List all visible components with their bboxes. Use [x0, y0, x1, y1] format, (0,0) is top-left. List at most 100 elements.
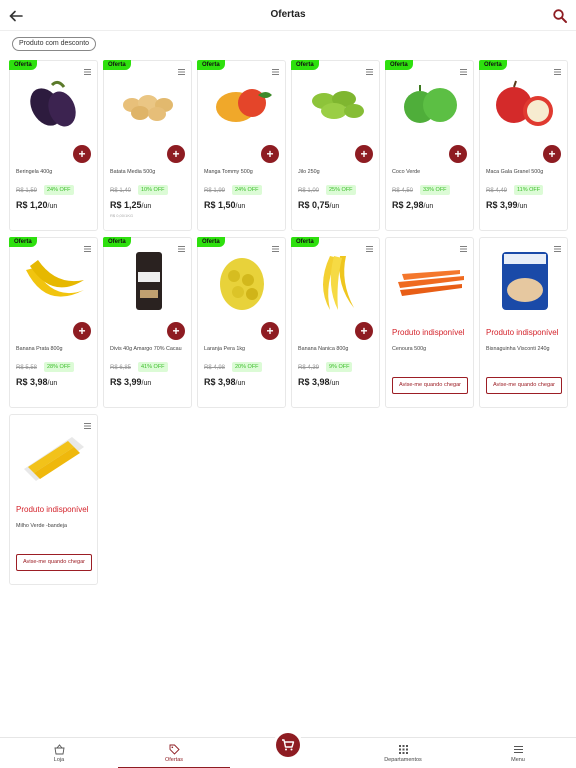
- menu-icon: [513, 746, 523, 753]
- price: R$ 3,99/un: [486, 200, 528, 210]
- product-name: Laranja Pera 1kg: [204, 346, 246, 352]
- offer-badge: Oferta: [291, 60, 319, 70]
- price: R$ 0,75/un: [298, 200, 340, 210]
- unavailable-label: Produto indisponível: [16, 505, 89, 514]
- search-icon[interactable]: [552, 8, 568, 24]
- product-card[interactable]: Oferta + Coco Verde R$ 4,50 33% OFF R$ 2…: [385, 60, 474, 231]
- product-name: Divis 40g Amargo 70% Cacau: [110, 346, 182, 352]
- notify-me-button[interactable]: Avise-me quando chegar: [16, 554, 92, 571]
- unavailable-label: Produto indisponível: [486, 328, 559, 337]
- potato-image: [123, 95, 173, 121]
- old-price: R$ 1,99: [204, 188, 226, 194]
- product-card[interactable]: Oferta + Beringela 400g R$ 1,59 24% OFF …: [9, 60, 98, 231]
- old-price: R$ 4,98: [204, 365, 226, 371]
- old-price: R$ 4,39: [298, 365, 320, 371]
- product-card[interactable]: Oferta + Maca Gala Granel 500g R$ 4,49 1…: [479, 60, 568, 231]
- add-to-cart-button[interactable]: +: [449, 145, 467, 163]
- add-to-cart-button[interactable]: +: [543, 145, 561, 163]
- product-card[interactable]: Produto indisponível Cenoura 500g Avise-…: [385, 237, 474, 408]
- old-price: R$ 1,59: [16, 188, 38, 194]
- product-name: Bisnaguinha Visconti 240g: [486, 346, 550, 352]
- offer-badge: Oferta: [291, 237, 319, 247]
- tab-menu[interactable]: Menu: [460, 738, 576, 768]
- mango-image: [216, 89, 272, 122]
- grid-icon: [398, 745, 408, 754]
- tab-loja[interactable]: Loja: [0, 738, 118, 768]
- discount-badge: 41% OFF: [138, 362, 168, 372]
- product-name: Maca Gala Granel 500g: [486, 169, 544, 175]
- price: R$ 3,98/un: [298, 377, 340, 387]
- add-to-cart-button[interactable]: +: [73, 145, 91, 163]
- price: R$ 3,99/un: [110, 377, 152, 387]
- unit-price-note: R$ 0,00/1KG: [110, 213, 134, 218]
- product-name: Manga Tommy 500g: [204, 169, 253, 175]
- top-bar: Ofertas: [0, 0, 576, 31]
- product-name: Cenoura 500g: [392, 346, 427, 352]
- add-to-cart-button[interactable]: +: [355, 322, 373, 340]
- eggplant-image: [30, 80, 76, 127]
- product-name: Banana Nanica 800g: [298, 346, 349, 352]
- old-price: R$ 4,50: [392, 188, 414, 194]
- apple-image: [496, 80, 553, 126]
- old-price: R$ 5,58: [16, 365, 38, 371]
- offer-badge: Oferta: [9, 60, 37, 70]
- offer-badge: Oferta: [103, 60, 131, 70]
- old-price: R$ 6,85: [110, 365, 132, 371]
- add-to-cart-button[interactable]: +: [167, 322, 185, 340]
- add-to-cart-button[interactable]: +: [73, 322, 91, 340]
- discount-badge: 24% OFF: [232, 185, 262, 195]
- tab-label: Loja: [53, 757, 65, 763]
- offer-badge: Oferta: [103, 237, 131, 247]
- product-card[interactable]: Oferta + Laranja Pera 1kg R$ 4,98 20% OF…: [197, 237, 286, 408]
- old-price: R$ 1,00: [298, 188, 320, 194]
- add-to-cart-button[interactable]: +: [355, 145, 373, 163]
- discount-badge: 25% OFF: [326, 185, 356, 195]
- carrot-image: [398, 270, 464, 296]
- product-card[interactable]: Oferta + Manga Tommy 500g R$ 1,99 24% OF…: [197, 60, 286, 231]
- page-title: Ofertas: [270, 9, 306, 20]
- product-card[interactable]: Oferta + Banana Nanica 800g R$ 4,39 9% O…: [291, 237, 380, 408]
- bread-package-image: [502, 252, 548, 310]
- product-card[interactable]: Oferta + Divis 40g Amargo 70% Cacau R$ 6…: [103, 237, 192, 408]
- add-to-cart-button[interactable]: +: [167, 145, 185, 163]
- basket-icon: [53, 744, 65, 755]
- offer-badge: Oferta: [9, 237, 37, 247]
- tab-label: Ofertas: [164, 757, 184, 763]
- notify-me-button[interactable]: Avise-me quando chegar: [392, 377, 468, 394]
- product-card[interactable]: Oferta + Banana Prata 800g R$ 5,58 28% O…: [9, 237, 98, 408]
- orange-bag-image: [220, 258, 264, 310]
- discount-badge: 10% OFF: [138, 185, 168, 195]
- product-name: Banana Prata 800g: [16, 346, 63, 352]
- price: R$ 3,98/un: [16, 377, 58, 387]
- old-price: R$ 4,49: [486, 188, 508, 194]
- add-to-cart-button[interactable]: +: [261, 145, 279, 163]
- jilo-image: [312, 91, 364, 119]
- product-card[interactable]: Oferta + Batata Media 500g R$ 1,40 10% O…: [103, 60, 192, 231]
- filter-chip-discount[interactable]: Produto com desconto: [12, 37, 97, 51]
- cart-button[interactable]: [276, 733, 300, 757]
- chocolate-package-image: [136, 252, 162, 310]
- notify-me-button[interactable]: Avise-me quando chegar: [486, 377, 562, 394]
- tab-ofertas[interactable]: Ofertas: [118, 738, 230, 768]
- unavailable-label: Produto indisponível: [392, 328, 465, 337]
- offer-badge: Oferta: [197, 237, 225, 247]
- price: R$ 3,98/un: [204, 377, 246, 387]
- tag-icon: [169, 744, 180, 755]
- discount-badge: 9% OFF: [326, 362, 353, 372]
- price: R$ 1,20/un: [16, 200, 58, 210]
- discount-badge: 24% OFF: [44, 185, 74, 195]
- old-price: R$ 1,40: [110, 188, 132, 194]
- add-to-cart-button[interactable]: +: [261, 322, 279, 340]
- product-name: Coco Verde: [392, 169, 421, 175]
- product-card[interactable]: Produto indisponível Bisnaguinha Viscont…: [479, 237, 568, 408]
- cart-icon: [282, 739, 295, 751]
- discount-badge: 28% OFF: [44, 362, 74, 372]
- tab-departamentos[interactable]: Departamentos: [346, 738, 460, 768]
- product-card[interactable]: Oferta + Jilo 250g R$ 1,00 25% OFF R$ 0,…: [291, 60, 380, 231]
- discount-badge: 33% OFF: [420, 185, 450, 195]
- discount-badge: 20% OFF: [232, 362, 262, 372]
- offer-badge: Oferta: [385, 60, 413, 70]
- product-card[interactable]: Produto indisponível Milho Verde -bandej…: [9, 414, 98, 585]
- corn-tray-image: [24, 437, 84, 481]
- banana-image: [323, 256, 354, 310]
